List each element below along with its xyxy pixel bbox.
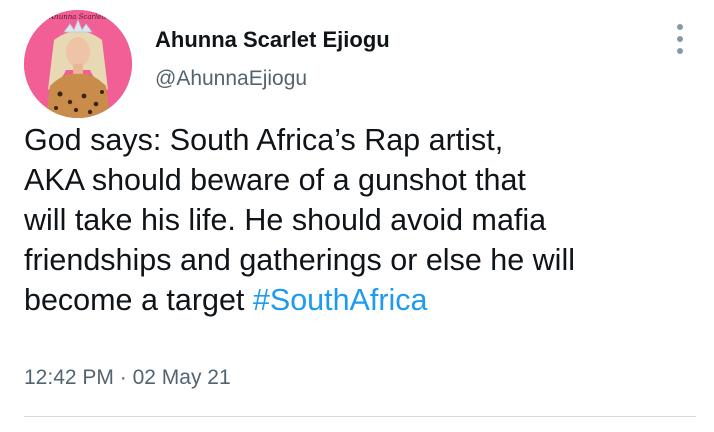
avatar[interactable]: Ahunna Scarlett	[24, 10, 132, 118]
tweet-text-line: become a target	[24, 283, 253, 317]
author-name[interactable]: Ahunna Scarlet Ejiogu	[155, 27, 390, 53]
tweet-time[interactable]: 12:42 PM	[24, 366, 114, 389]
divider	[24, 416, 696, 417]
avatar-caption: Ahunna Scarlett	[48, 13, 107, 21]
tweet-text-line: God says: South Africa’s Rap artist,	[24, 123, 504, 157]
avatar-image: Ahunna Scarlett	[24, 10, 132, 118]
author-handle[interactable]: @AhunnaEjiogu	[155, 67, 307, 91]
tweet-text-line-last: become a target #SouthAfrica	[24, 280, 704, 320]
tweet: Ahunna Scarlett Ahunna Scarlet Ejiogu @A…	[0, 0, 714, 432]
more-vertical-icon[interactable]	[670, 22, 690, 56]
tweet-meta: 12:42 PM · 02 May 21	[24, 366, 231, 390]
tweet-date[interactable]: 02 May 21	[133, 366, 231, 389]
tweet-text-line: AKA should beware of a gunshot that	[24, 163, 526, 197]
hashtag-link[interactable]: #SouthAfrica	[253, 283, 428, 317]
tweet-text-line: friendships and gatherings or else he wi…	[24, 243, 576, 277]
meta-separator: ·	[119, 366, 127, 389]
tweet-text-line: will take his life. He should avoid mafi…	[24, 203, 547, 237]
tweet-text: God says: South Africa’s Rap artist, AKA…	[24, 120, 704, 320]
